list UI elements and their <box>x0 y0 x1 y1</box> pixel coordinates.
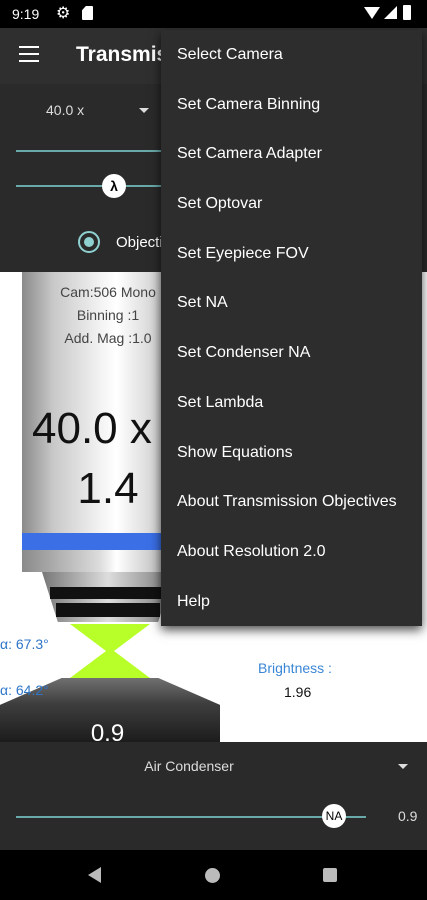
menu-item-set-condenser-na[interactable]: Set Condenser NA <box>161 328 422 378</box>
menu-item-about-transmission-objectives[interactable]: About Transmission Objectives <box>161 477 422 527</box>
menu-item-show-equations[interactable]: Show Equations <box>161 428 422 478</box>
recents-icon[interactable] <box>323 868 337 882</box>
brightness-label: Brightness : <box>258 660 332 676</box>
chevron-down-icon[interactable] <box>398 764 408 769</box>
menu-item-set-lambda[interactable]: Set Lambda <box>161 378 422 428</box>
gear-icon: ⚙ <box>56 5 71 22</box>
menu-item-set-eyepiece-fov[interactable]: Set Eyepiece FOV <box>161 229 422 279</box>
menu-item-about-resolution[interactable]: About Resolution 2.0 <box>161 527 422 577</box>
condenser-type-select[interactable]: Air Condenser <box>0 758 378 774</box>
back-icon[interactable] <box>88 867 101 883</box>
lambda-slider-thumb[interactable]: λ <box>102 174 126 198</box>
condenser-na-value: 0.9 <box>398 808 418 824</box>
condenser-na-slider-track[interactable] <box>16 816 366 818</box>
condenser-angle-label: α: 64.2° <box>0 682 49 698</box>
brightness-value: 1.96 <box>284 684 312 700</box>
menu-item-set-optovar[interactable]: Set Optovar <box>161 179 422 229</box>
condenser-na: 0.9 <box>90 720 125 742</box>
menu-item-set-na[interactable]: Set NA <box>161 278 422 328</box>
objective-radio[interactable] <box>78 231 100 253</box>
objective-magnification: 40.0 x <box>32 404 152 453</box>
menu-item-select-camera[interactable]: Select Camera <box>161 30 422 80</box>
menu-item-set-camera-binning[interactable]: Set Camera Binning <box>161 80 422 130</box>
magnification-slider-track[interactable] <box>16 150 166 152</box>
lambda-slider-track[interactable] <box>16 185 166 187</box>
objective-ring <box>50 587 166 599</box>
status-bar: 9:19 ⚙ <box>0 0 427 28</box>
menu-item-set-camera-adapter[interactable]: Set Camera Adapter <box>161 129 422 179</box>
menu-item-help[interactable]: Help <box>161 577 422 627</box>
overflow-menu: Select Camera Set Camera Binning Set Cam… <box>161 30 422 626</box>
signal-icon <box>384 6 397 19</box>
light-cone <box>70 624 150 678</box>
sd-card-icon <box>82 6 93 20</box>
battery-icon <box>403 5 411 20</box>
wifi-icon <box>364 7 380 19</box>
status-time: 9:19 <box>12 6 40 22</box>
condenser-controls: Air Condenser NA 0.9 <box>0 742 427 850</box>
home-icon[interactable] <box>205 868 220 883</box>
condenser-na-slider-thumb[interactable]: NA <box>322 804 346 828</box>
chevron-down-icon[interactable] <box>139 108 149 113</box>
objective-ring <box>56 603 160 617</box>
magnification-select[interactable]: 40.0 x <box>46 102 84 118</box>
objective-angle-label: α: 67.3° <box>0 636 49 652</box>
system-nav-bar <box>0 850 427 900</box>
hamburger-menu-icon[interactable] <box>19 46 39 62</box>
